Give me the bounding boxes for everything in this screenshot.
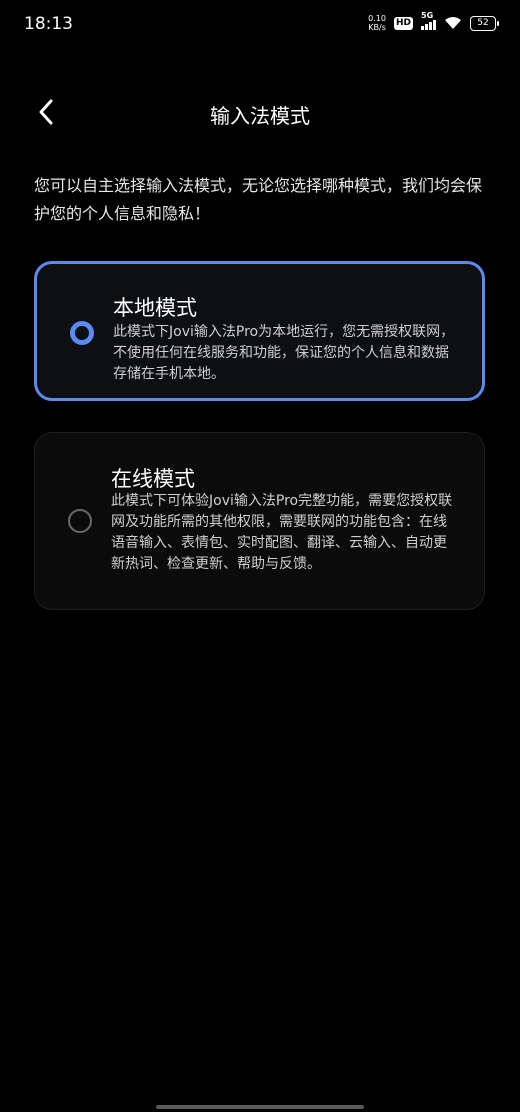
option-description: 此模式下可体验Jovi输入法Pro完整功能，需要您授权联网及功能所需的其他权限，…: [111, 493, 453, 572]
option-description: 此模式下Jovi输入法Pro为本地运行，您无需授权联网，不使用任何在线服务和功能…: [113, 324, 455, 382]
wifi-icon: [445, 17, 461, 29]
cellular-signal-icon: 5G: [421, 11, 436, 30]
radio-unselected-icon[interactable]: [68, 509, 92, 533]
option-online-mode[interactable]: 在线模式 此模式下可体验Jovi输入法Pro完整功能，需要您授权联网及功能所需的…: [34, 432, 485, 610]
home-indicator[interactable]: [156, 1105, 364, 1109]
option-title: 在线模式: [111, 467, 195, 491]
battery-level: 52: [477, 17, 489, 28]
network-type-label: 5G: [421, 11, 434, 20]
network-speed: 0.10 KB/s: [368, 14, 386, 32]
option-title: 本地模式: [113, 296, 197, 320]
battery-icon: 52: [470, 15, 499, 31]
intro-text: 您可以自主选择输入法模式，无论您选择哪种模式，我们均会保护您的个人信息和隐私！: [34, 176, 483, 223]
hd-icon: HD: [393, 16, 413, 30]
status-bar: 18:13 0.10 KB/s HD 5G 52: [0, 0, 520, 52]
option-local-mode[interactable]: 本地模式 此模式下Jovi输入法Pro为本地运行，您无需授权联网，不使用任何在线…: [34, 261, 485, 401]
radio-selected-icon[interactable]: [70, 321, 94, 345]
network-speed-unit: KB/s: [368, 23, 386, 32]
network-speed-value: 0.10: [368, 14, 386, 23]
status-time: 18:13: [24, 14, 73, 34]
status-icons: 0.10 KB/s HD 5G 52: [368, 11, 499, 32]
page-title: 输入法模式: [210, 104, 310, 128]
